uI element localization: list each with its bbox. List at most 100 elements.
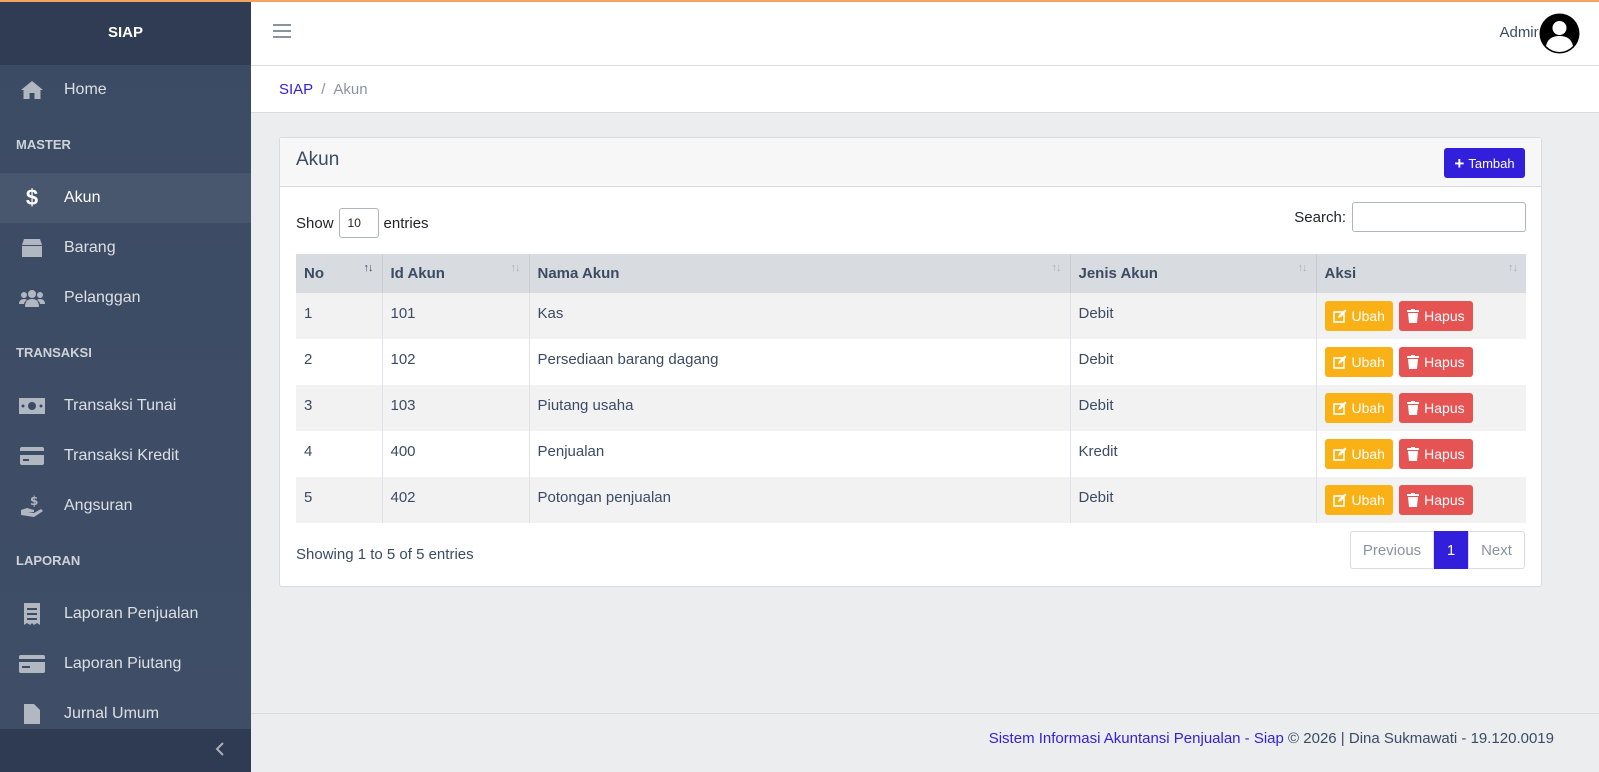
- sidebar-brand[interactable]: SIAP: [0, 0, 251, 65]
- sidebar-item-angsuran[interactable]: $ Angsuran: [0, 481, 251, 531]
- sidebar-item-transaksi-tunai[interactable]: Transaksi Tunai: [0, 381, 251, 431]
- page-1-button[interactable]: 1: [1434, 531, 1468, 569]
- sidebar-item-laporan-piutang[interactable]: Laporan Piutang: [0, 639, 251, 689]
- delete-button[interactable]: Hapus: [1399, 439, 1473, 469]
- table-controls: Show 10 entries Search:: [296, 202, 1526, 238]
- breadcrumb-separator: /: [321, 80, 326, 98]
- sidebar-section-title: TRANSAKSI: [16, 345, 92, 360]
- delete-button-label: Hapus: [1424, 308, 1465, 324]
- sidebar-item-akun[interactable]: $ Akun: [0, 173, 251, 223]
- sort-icon: ↑↓: [1508, 262, 1518, 274]
- trash-icon: [1407, 309, 1420, 323]
- user-name: Admin: [1499, 24, 1542, 41]
- hand-dollar-icon: $: [18, 495, 46, 517]
- footer-link[interactable]: Sistem Informasi Akuntansi Penjualan - S…: [989, 730, 1284, 747]
- sidebar-item-transaksi-kredit[interactable]: Transaksi Kredit: [0, 431, 251, 481]
- sidebar-section-title: LAPORAN: [16, 553, 81, 568]
- table-row: 2 102 Persediaan barang dagang Debit Ubah Ha…: [296, 339, 1526, 385]
- edit-button[interactable]: Ubah: [1324, 393, 1393, 423]
- column-header-no[interactable]: No ↑↓: [296, 254, 382, 293]
- breadcrumb-current: Akun: [333, 80, 368, 98]
- akun-table: No ↑↓ Id Akun ↑↓ Nama Akun ↑↓ Jenis Akun ↑↓ …: [296, 254, 1526, 523]
- add-button[interactable]: + Tambah: [1444, 148, 1525, 178]
- sidebar-item-barang[interactable]: Barang: [0, 223, 251, 273]
- cell-no: 1: [304, 305, 313, 322]
- top-accent-line: [0, 0, 1599, 2]
- cell-aksi: Ubah Hapus: [1315, 431, 1526, 477]
- cell-aksi: Ubah Hapus: [1315, 477, 1526, 523]
- edit-button-label: Ubah: [1351, 446, 1385, 462]
- header: Admin: [251, 2, 1599, 66]
- sidebar-item-label: Angsuran: [64, 497, 133, 514]
- cell-jenis-akun: Kredit: [1069, 431, 1316, 477]
- page-length-select[interactable]: 10: [338, 208, 379, 238]
- sidebar-item-laporan-penjualan[interactable]: Laporan Penjualan: [0, 589, 251, 639]
- footer-copyright: © 2026 | Dina Sukmawati - 19.120.0019: [1283, 730, 1554, 747]
- sidebar-item-label: Pelanggan: [64, 289, 141, 306]
- sidebar-item-pelanggan[interactable]: Pelanggan: [0, 273, 251, 323]
- sort-icon: ↑↓: [1051, 262, 1062, 274]
- cell-id-akun: 103: [381, 385, 529, 431]
- table-row: 1 101 Kas Debit Ubah Hapus: [296, 293, 1526, 339]
- box-icon: [18, 237, 46, 259]
- chevron-left-icon: [215, 741, 225, 760]
- edit-button[interactable]: Ubah: [1324, 485, 1393, 515]
- receipt-icon: [18, 603, 46, 625]
- edit-icon: [1332, 309, 1346, 323]
- edit-icon: [1332, 401, 1346, 415]
- cell-aksi: Ubah Hapus: [1315, 385, 1526, 431]
- cell-id-akun: 400: [381, 431, 529, 477]
- edit-button-label: Ubah: [1351, 492, 1385, 508]
- trash-icon: [1407, 447, 1420, 461]
- previous-page-button[interactable]: Previous: [1350, 531, 1434, 569]
- breadcrumb: SIAP / Akun: [251, 66, 1599, 113]
- edit-icon: [1332, 447, 1346, 461]
- cell-id-akun: 402: [381, 477, 529, 523]
- trash-icon: [1407, 493, 1420, 507]
- table-row: 4 400 Penjualan Kredit Ubah Hapus: [296, 431, 1526, 477]
- edit-button-label: Ubah: [1351, 308, 1385, 324]
- search-input[interactable]: [1352, 202, 1526, 232]
- trash-icon: [1407, 355, 1420, 369]
- sidebar-item-label: Home: [64, 81, 107, 98]
- delete-button[interactable]: Hapus: [1399, 393, 1473, 423]
- column-header-id-akun[interactable]: Id Akun ↑↓: [381, 254, 529, 293]
- card-icon: [18, 653, 46, 675]
- column-header-aksi[interactable]: Aksi ↑↓: [1315, 254, 1526, 293]
- sidebar-item-home[interactable]: Home: [0, 65, 251, 115]
- edit-button[interactable]: Ubah: [1324, 301, 1393, 331]
- entries-label: entries: [383, 214, 429, 232]
- avatar[interactable]: [1538, 12, 1581, 55]
- delete-button[interactable]: Hapus: [1399, 485, 1473, 515]
- svg-text:$: $: [30, 495, 38, 508]
- cell-no: 2: [304, 351, 313, 368]
- home-icon: [18, 79, 46, 101]
- edit-button-label: Ubah: [1351, 354, 1385, 370]
- cell-aksi: Ubah Hapus: [1315, 293, 1526, 339]
- edit-icon: [1332, 355, 1346, 369]
- cell-aksi: Ubah Hapus: [1315, 339, 1526, 385]
- breadcrumb-home-link[interactable]: SIAP: [279, 81, 313, 98]
- sidebar-item-label: Laporan Penjualan: [64, 605, 199, 622]
- cell-jenis-akun: Debit: [1069, 477, 1316, 523]
- trash-icon: [1407, 401, 1420, 415]
- search-control: Search:: [1294, 202, 1526, 232]
- delete-button-label: Hapus: [1424, 354, 1465, 370]
- column-header-jenis-akun[interactable]: Jenis Akun ↑↓: [1069, 254, 1316, 293]
- edit-button[interactable]: Ubah: [1324, 439, 1393, 469]
- sort-icon: ↑↓: [1297, 262, 1308, 274]
- column-header-nama-akun[interactable]: Nama Akun ↑↓: [528, 254, 1070, 293]
- cell-jenis-akun: Debit: [1069, 339, 1316, 385]
- menu-toggle-icon[interactable]: [273, 24, 291, 40]
- sidebar-minimize-button[interactable]: [0, 729, 251, 772]
- next-page-button[interactable]: Next: [1468, 531, 1525, 569]
- cell-id-akun: 101: [381, 293, 529, 339]
- sidebar-section-title: MASTER: [16, 137, 71, 152]
- edit-icon: [1332, 493, 1346, 507]
- delete-button[interactable]: Hapus: [1399, 301, 1473, 331]
- edit-button[interactable]: Ubah: [1324, 347, 1393, 377]
- cell-jenis-akun: Debit: [1069, 293, 1316, 339]
- akun-card: Akun + Tambah Show 10 entries Search: No…: [279, 137, 1542, 587]
- delete-button[interactable]: Hapus: [1399, 347, 1473, 377]
- cell-no: 3: [304, 397, 313, 414]
